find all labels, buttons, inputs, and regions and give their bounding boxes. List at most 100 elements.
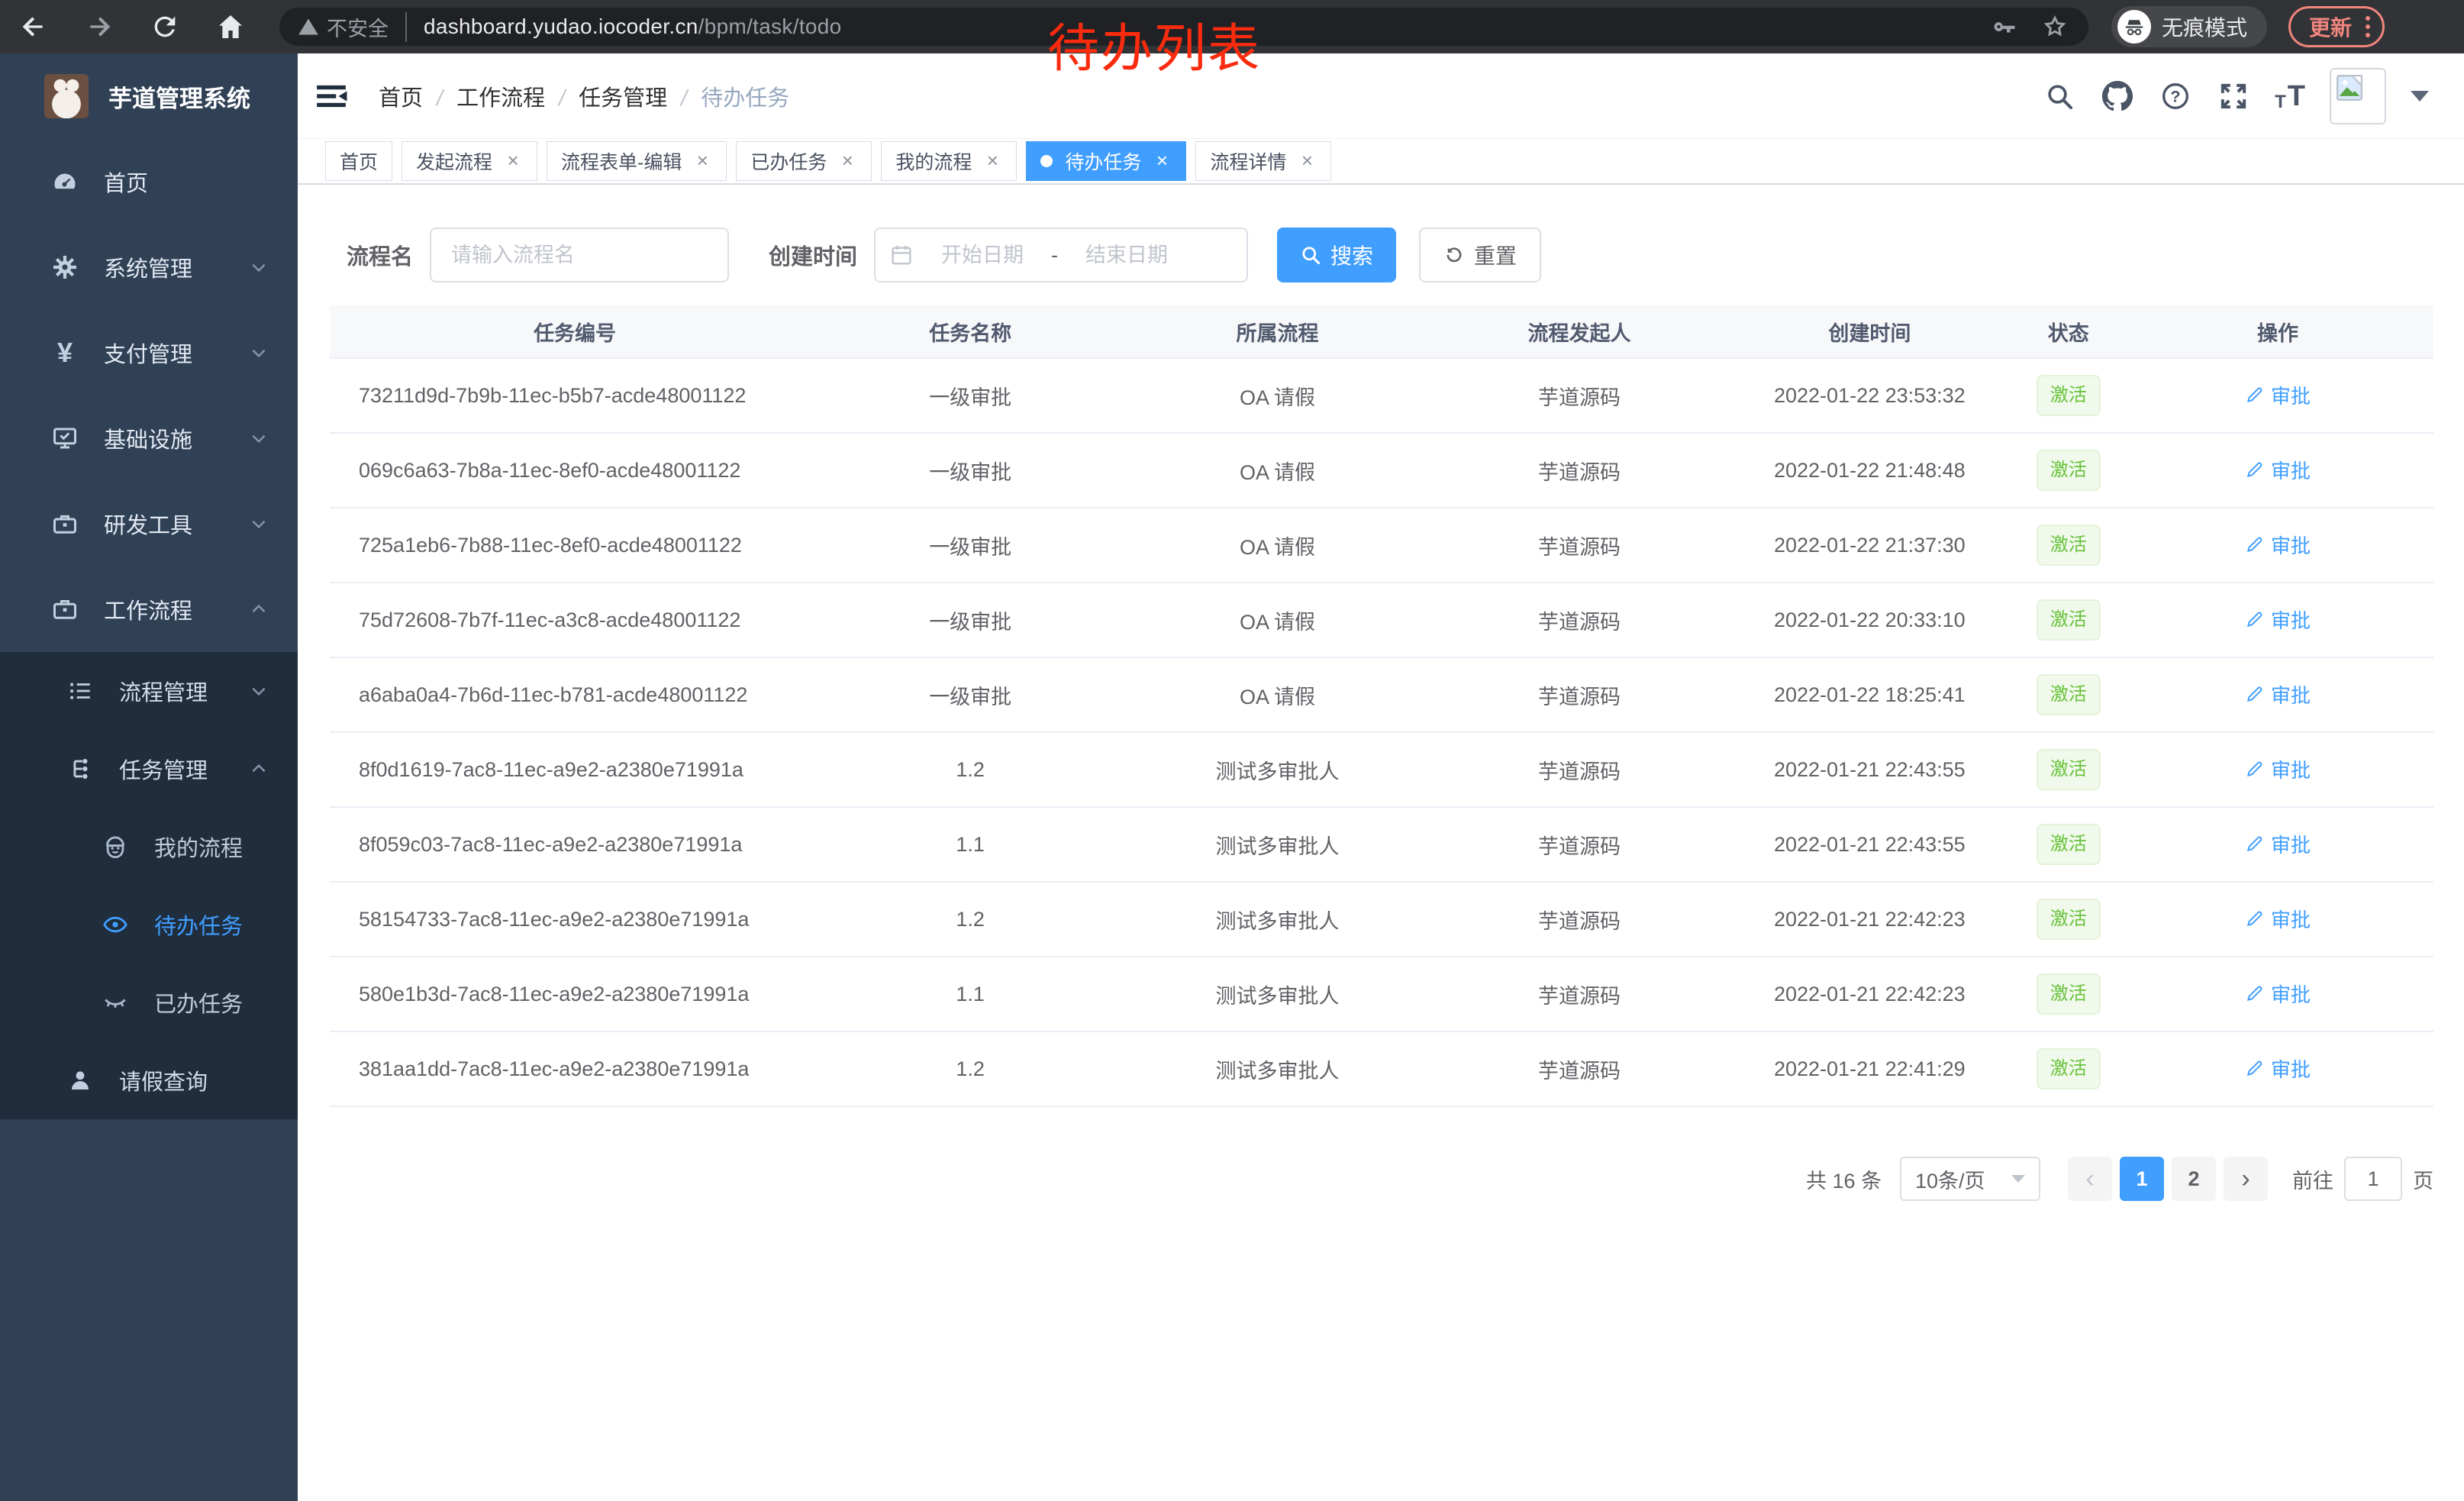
sidebar-item-devtools[interactable]: 研发工具 [0,481,298,567]
avatar[interactable] [2330,68,2386,124]
approve-link[interactable]: 审批 [2245,381,2311,409]
approve-link[interactable]: 审批 [2245,456,2311,484]
sidebar-item-workflow[interactable]: 工作流程 [0,567,298,652]
page-button-1[interactable]: 1 [2120,1157,2164,1201]
forward-icon[interactable] [82,10,116,44]
breadcrumb-task-mgmt[interactable]: 任务管理 [545,80,667,112]
github-icon[interactable] [2101,79,2134,113]
sidebar-item-payment[interactable]: 支付管理 [0,310,298,395]
sidebar-collapse-icon[interactable] [314,79,348,113]
tag-start-process[interactable]: 发起流程 [402,141,537,181]
next-page-button[interactable]: › [2224,1157,2268,1201]
date-range-picker[interactable]: - [874,228,1248,282]
close-icon[interactable] [692,151,712,171]
security-chip[interactable]: 不安全 [298,12,407,42]
sidebar-item-task-mgmt[interactable]: 任务管理 [0,730,298,808]
bookmark-star-icon[interactable] [2040,11,2070,42]
toolbox-icon [49,508,81,540]
sidebar-item-label: 支付管理 [104,337,192,369]
home-icon[interactable] [214,10,247,44]
reload-icon[interactable] [148,10,182,44]
approve-link[interactable]: 审批 [2245,755,2311,783]
sidebar-item-done-tasks[interactable]: 已办任务 [0,964,298,1041]
tag-home[interactable]: 首页 [325,141,392,181]
tag-label: 流程表单-编辑 [561,147,682,175]
page-button-2[interactable]: 2 [2172,1157,2216,1201]
sidebar-item-label: 系统管理 [104,251,192,283]
goto-page-input[interactable] [2344,1157,2402,1201]
tag-my-process[interactable]: 我的流程 [881,141,1017,181]
app-logo[interactable]: 芋道管理系统 [0,53,298,139]
sidebar-item-todo-tasks[interactable]: 待办任务 [0,886,298,964]
task-name: 1.1 [820,833,1121,857]
security-label: 不安全 [327,12,389,42]
sidebar-item-label: 请假查询 [119,1064,208,1096]
browser-menu-icon[interactable] [2366,16,2370,37]
person-icon [64,1064,96,1096]
task-initiator: 芋道源码 [1434,381,1724,411]
task-initiator: 芋道源码 [1434,980,1724,1009]
task-initiator: 芋道源码 [1434,830,1724,860]
sidebar-item-infrastructure[interactable]: 基础设施 [0,395,298,481]
search-icon[interactable] [2043,79,2076,113]
reset-button[interactable]: 重置 [1419,228,1541,282]
task-create-time: 2022-01-21 22:41:29 [1724,1057,2014,1081]
tag-todo-tasks[interactable]: 待办任务 [1026,141,1186,181]
tag-done-tasks[interactable]: 已办任务 [736,141,872,181]
close-icon[interactable] [503,151,523,171]
back-icon[interactable] [17,10,50,44]
close-icon[interactable] [982,151,1002,171]
task-create-time: 2022-01-22 21:48:48 [1724,459,2014,483]
fullscreen-icon[interactable] [2217,79,2250,113]
update-button[interactable]: 更新 [2288,6,2385,47]
process-name-input[interactable] [430,228,729,282]
edit-icon [2245,534,2265,554]
status-badge-wrap: 激活 [2015,375,2123,416]
close-icon[interactable] [1152,151,1172,171]
font-size-icon[interactable] [2275,80,2305,113]
close-icon[interactable] [837,151,857,171]
approve-link[interactable]: 审批 [2245,980,2311,1008]
avatar-dropdown-icon[interactable] [2411,91,2429,102]
tag-form-edit[interactable]: 流程表单-编辑 [547,141,727,181]
approve-link[interactable]: 审批 [2245,830,2311,858]
action-cell: 审批 [2122,1054,2433,1084]
sidebar-item-my-process[interactable]: 我的流程 [0,808,298,886]
status-badge-wrap: 激活 [2015,599,2123,641]
status-badge-wrap: 激活 [2015,749,2123,790]
start-date-input[interactable] [918,244,1047,267]
approve-link[interactable]: 审批 [2245,531,2311,559]
table-row: 75d72608-7b7f-11ec-a3c8-acde48001122 一级审… [330,583,2433,658]
breadcrumb-home[interactable]: 首页 [379,80,423,112]
prev-page-button[interactable]: ‹ [2068,1157,2112,1201]
page-size-select[interactable]: 10条/页 [1900,1157,2040,1201]
col-create-time: 创建时间 [1724,317,2014,347]
search-button[interactable]: 搜索 [1277,228,1396,282]
key-icon[interactable] [1989,11,2020,42]
approve-link[interactable]: 审批 [2245,680,2311,709]
action-cell: 审批 [2122,531,2433,560]
sidebar-item-process-mgmt[interactable]: 流程管理 [0,652,298,730]
chevron-down-icon [2011,1175,2025,1183]
approve-link[interactable]: 审批 [2245,905,2311,933]
sidebar-item-home[interactable]: 首页 [0,139,298,224]
breadcrumb-workflow[interactable]: 工作流程 [423,80,545,112]
tag-process-detail[interactable]: 流程详情 [1195,141,1331,181]
warning-icon [298,16,319,37]
action-cell: 审批 [2122,755,2433,785]
status-badge-wrap: 激活 [2015,899,2123,940]
task-id: 8f059c03-7ac8-11ec-a9e2-a2380e71991a [330,833,820,857]
edit-icon [2245,609,2265,629]
approve-link[interactable]: 审批 [2245,1054,2311,1083]
sidebar-item-leave-query[interactable]: 请假查询 [0,1041,298,1119]
help-icon[interactable]: ? [2159,79,2192,113]
table-row: 580e1b3d-7ac8-11ec-a9e2-a2380e71991a 1.1… [330,957,2433,1032]
approve-link[interactable]: 审批 [2245,605,2311,634]
close-icon[interactable] [1297,151,1317,171]
end-date-input[interactable] [1063,244,1191,267]
sidebar-item-system[interactable]: 系统管理 [0,224,298,310]
task-create-time: 2022-01-22 23:53:32 [1724,384,2014,408]
col-action: 操作 [2122,317,2433,347]
breadcrumb-current: 待办任务 [667,80,789,112]
task-id: 8f0d1619-7ac8-11ec-a9e2-a2380e71991a [330,758,820,782]
